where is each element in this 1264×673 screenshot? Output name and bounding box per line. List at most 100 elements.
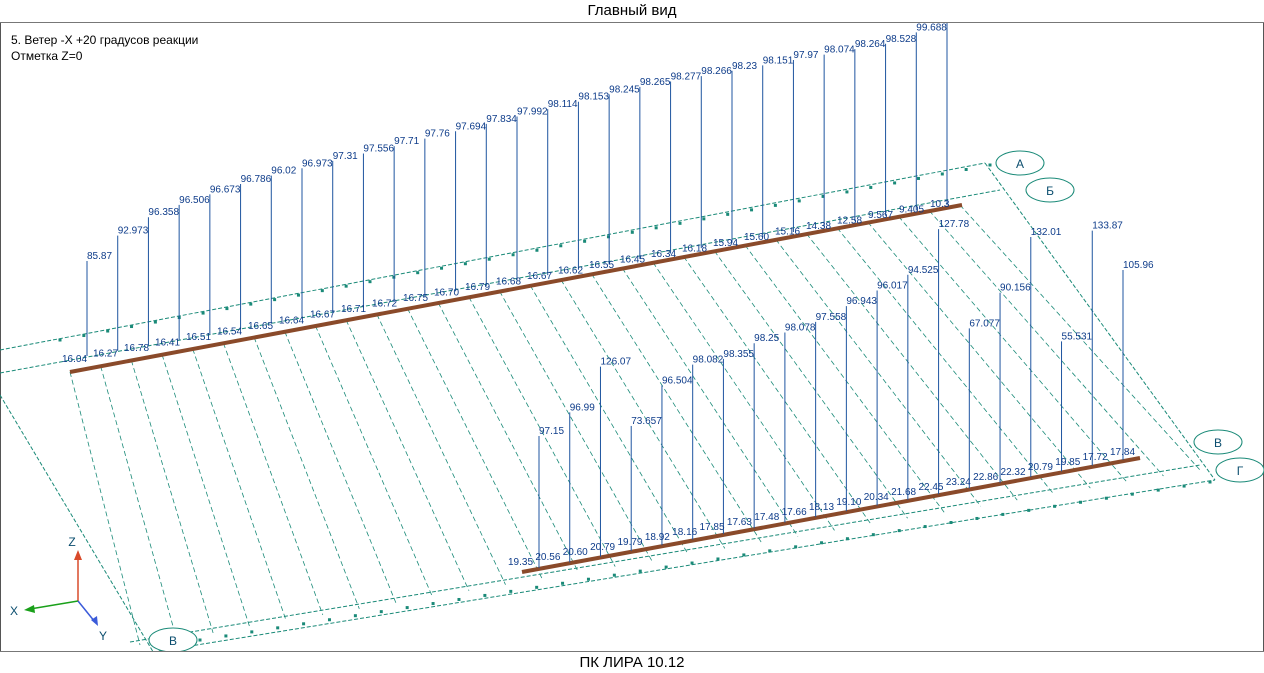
- grid-node: [638, 569, 642, 573]
- small-reaction-label: 16.67: [310, 310, 335, 321]
- reaction-label: 92.973: [118, 226, 149, 237]
- grid-node: [250, 630, 254, 634]
- grid-node: [820, 541, 824, 545]
- small-reaction-label: 22.45: [918, 482, 943, 493]
- reaction-label: 98.355: [723, 349, 754, 360]
- grid-diagonal: [652, 262, 835, 531]
- grid-diagonal: [591, 273, 762, 543]
- grid-node: [58, 338, 62, 342]
- grid-diagonal: [284, 331, 397, 603]
- reaction-label: 90.156: [1000, 283, 1031, 294]
- reaction-label: 97.694: [456, 121, 487, 132]
- grid-node: [379, 610, 383, 614]
- small-reaction-label: 16.67: [527, 271, 552, 282]
- grid-diagonal: [315, 325, 433, 597]
- reaction-label: 96.673: [210, 184, 241, 195]
- reaction-label: 99.688: [916, 23, 947, 33]
- info-panel: 5. Ветер -X +20 градусов реакции Отметка…: [11, 32, 198, 64]
- x-axis-label: X: [10, 604, 18, 618]
- grid-node: [559, 244, 563, 248]
- small-reaction-label: 20.56: [535, 552, 560, 563]
- grid-node: [797, 199, 801, 203]
- reaction-label: 127.78: [939, 219, 970, 230]
- grid-node: [773, 203, 777, 207]
- small-reaction-label: 16.55: [589, 260, 614, 271]
- small-reaction-label: 18.13: [809, 502, 834, 513]
- reaction-label: 97.97: [793, 50, 818, 61]
- reaction-label: 98.23: [732, 61, 757, 72]
- grid-node: [988, 163, 992, 167]
- small-reaction-label: 9.567: [868, 210, 893, 221]
- grid-diagonal: [100, 366, 177, 640]
- beam-bottom: [521, 456, 1141, 574]
- grid-diagonal: [499, 291, 653, 561]
- small-reaction-label: 20.60: [563, 547, 588, 558]
- grid-node: [535, 585, 539, 589]
- grid-node: [1001, 512, 1005, 516]
- small-reaction-label: 21.68: [891, 487, 916, 498]
- small-reaction-label: 20.34: [864, 492, 889, 503]
- small-reaction-label: 10.3: [930, 199, 950, 210]
- small-reaction-label: 17.66: [782, 507, 807, 518]
- model-view[interactable]: 85.87 92.973 96.35896.50696.67396.78696.02…: [0, 23, 1264, 651]
- grid-node: [940, 172, 944, 176]
- grid-node: [327, 618, 331, 622]
- grid-node: [630, 230, 634, 234]
- grid-node: [463, 262, 467, 266]
- grid-node: [320, 289, 324, 293]
- small-reaction-label: 16.34: [651, 249, 676, 260]
- status-footer: ПК ЛИРА 10.12: [0, 651, 1264, 673]
- small-reaction-label: 16.04: [62, 354, 87, 365]
- small-reaction-label: 17.72: [1083, 452, 1108, 463]
- small-reaction-label: 20.79: [1028, 462, 1053, 473]
- reaction-label: 96.786: [241, 174, 272, 185]
- small-reaction-label: 22.86: [973, 472, 998, 483]
- grid-node: [1027, 508, 1031, 512]
- small-reaction-label: 18.16: [672, 527, 697, 538]
- grid-node: [794, 545, 798, 549]
- reaction-label: 73.657: [631, 416, 662, 427]
- x-axis-line: [29, 600, 79, 610]
- grid-node: [893, 181, 897, 185]
- y-axis-label: Y: [99, 629, 107, 643]
- grid-diagonal: [376, 314, 506, 585]
- small-reaction-label: 16.62: [558, 265, 583, 276]
- grid-node: [353, 614, 357, 618]
- grid-node: [405, 606, 409, 610]
- grid-node: [368, 280, 372, 284]
- grid-diagonal: [437, 302, 579, 573]
- reaction-label: 85.87: [87, 251, 112, 262]
- grid-node: [664, 565, 668, 569]
- grid-node: [678, 221, 682, 225]
- grid-node: [302, 622, 306, 626]
- grid-node: [716, 557, 720, 561]
- small-reaction-label: 16.71: [341, 304, 366, 315]
- reaction-label: 96.99: [570, 402, 595, 413]
- x-axis-arrow: [24, 605, 35, 613]
- reaction-label: 98.153: [578, 92, 609, 103]
- small-reaction-label: 16.64: [279, 315, 304, 326]
- grid-line-g: [129, 464, 1201, 643]
- grid-node: [923, 525, 927, 529]
- reaction-label: 97.556: [363, 143, 394, 154]
- grid-node: [583, 239, 587, 243]
- small-reaction-label: 12.58: [837, 216, 862, 227]
- small-reaction-label: 17.85: [700, 522, 725, 533]
- reaction-label: 96.943: [846, 296, 877, 307]
- small-reaction-label: 16.41: [155, 337, 180, 348]
- reaction-label: 97.71: [394, 136, 419, 147]
- grid-node: [153, 320, 157, 324]
- reaction-label: 96.504: [662, 375, 693, 386]
- grid-node: [440, 266, 444, 270]
- grid-axis-label: В: [1214, 436, 1222, 450]
- grid-node: [1079, 500, 1083, 504]
- small-reaction-label: 16.45: [620, 254, 645, 265]
- load-case-label: 5. Ветер -X +20 градусов реакции: [11, 33, 199, 47]
- z-axis-arrow: [74, 550, 82, 560]
- grid-node: [561, 581, 565, 585]
- reaction-label: 97.76: [425, 129, 450, 140]
- grid-diagonal: [192, 348, 287, 621]
- grid-node: [975, 516, 979, 520]
- grid-node: [106, 329, 110, 333]
- reaction-label: 96.506: [179, 195, 210, 206]
